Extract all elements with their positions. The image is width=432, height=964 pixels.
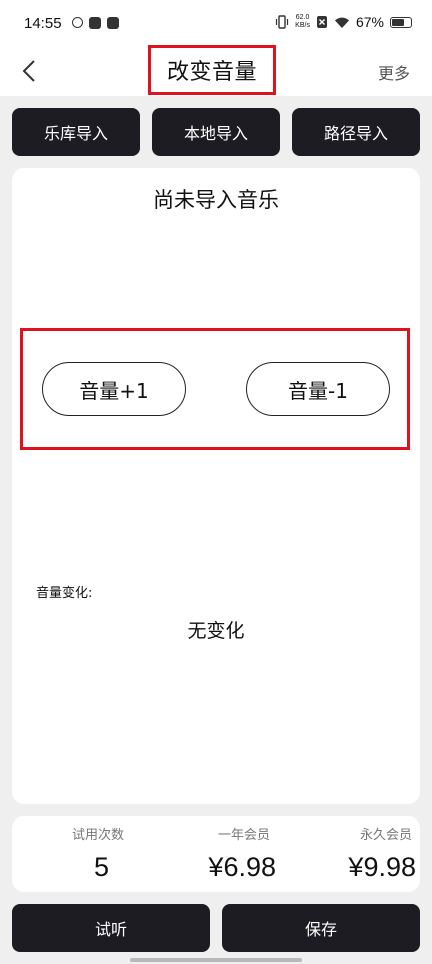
path-import-button[interactable]: 路径导入 [292,108,420,156]
volume-up-button[interactable]: 音量+1 [42,362,186,416]
volume-change-value: 无变化 [187,620,245,642]
tiktok-icon [89,17,101,29]
library-import-button[interactable]: 乐库导入 [12,108,140,156]
top-nav-bar: 改变音量 更多 [0,45,432,96]
battery-icon [390,16,412,28]
sim-off-icon [316,16,327,28]
local-import-button[interactable]: 本地导入 [152,108,280,156]
yearly-membership-price: ¥6.98 [208,852,276,882]
volume-down-button[interactable]: 音量-1 [246,362,390,416]
net-speed: 62.0 KB/s [295,14,310,30]
back-button[interactable] [14,56,44,86]
more-button[interactable]: 更多 [378,60,410,84]
import-button-row: 乐库导入 本地导入 路径导入 [12,108,420,156]
yearly-membership-label: 一年会员 [217,828,270,843]
bottom-action-row: 试听 保存 [12,904,420,952]
save-button[interactable]: 保存 [222,904,420,952]
vibrate-icon [276,15,289,29]
page-title: 改变音量 [166,60,257,85]
net-speed-value: 62.0 [295,14,310,21]
notification-icons [72,17,119,29]
home-indicator[interactable] [130,958,302,962]
volume-change-label: 音量变化: [36,586,93,601]
battery-percent: 67% [355,14,384,30]
message-icon [107,17,119,29]
wifi-icon [334,17,349,28]
sync-icon [72,17,83,28]
pricing-card: 试用次数 5 一年会员 ¥6.98 永久会员 ¥9.98 [12,816,420,892]
empty-music-title: 尚未导入音乐 [153,188,279,212]
status-time: 14:55 [24,15,62,32]
status-bar: 14:55 62.0 KB/s 67% [0,0,432,50]
lifetime-membership-label: 永久会员 [359,828,412,843]
lifetime-membership-column[interactable]: 永久会员 ¥9.98 [284,816,420,892]
net-speed-unit: KB/s [295,22,310,29]
status-right-group: 62.0 KB/s 67% [275,14,412,30]
yearly-membership-column[interactable]: 一年会员 ¥6.98 [148,816,284,892]
main-card: 尚未导入音乐 [12,168,420,804]
lifetime-membership-price: ¥9.98 [348,852,416,882]
chevron-left-icon [22,60,35,82]
preview-listen-button[interactable]: 试听 [12,904,210,952]
page-title-highlight: 改变音量 [148,45,276,95]
